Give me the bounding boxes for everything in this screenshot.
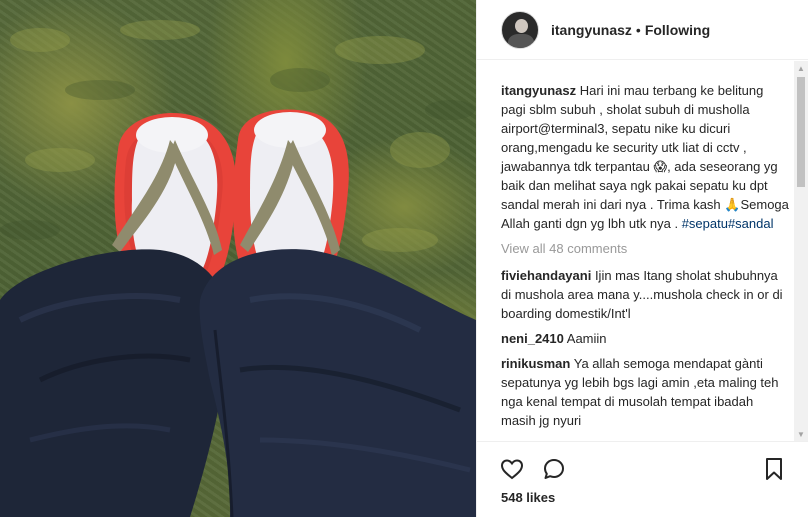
- avatar[interactable]: [501, 10, 539, 49]
- avatar-head-shape: [515, 18, 528, 33]
- triangle-up-icon[interactable]: ▲: [794, 61, 808, 75]
- heart-icon-graphic: [500, 459, 524, 480]
- post-photo[interactable]: [0, 0, 476, 517]
- triangle-down-icon[interactable]: ▼: [794, 427, 808, 441]
- comment-text: Aamiin: [566, 331, 607, 346]
- scrollbar-thumb[interactable]: [797, 77, 805, 187]
- bookmark-icon-graphic: [766, 458, 782, 480]
- comments-section: itangyunasz Hari ini mau terbang ke beli…: [477, 61, 808, 441]
- post-actions-bar: 548 likes: [477, 441, 808, 517]
- feet-in-red-sandals-image: [0, 20, 476, 517]
- comment-bubble-icon-graphic: [544, 459, 564, 479]
- caption-username[interactable]: itangyunasz: [501, 83, 576, 98]
- comment-username[interactable]: fiviehandayani: [501, 268, 591, 283]
- following-button[interactable]: Following: [645, 22, 710, 38]
- comment-username[interactable]: neni_2410: [501, 331, 564, 346]
- hashtag-sepatu-link[interactable]: #sepatu: [682, 216, 728, 231]
- action-icons-row: [499, 456, 567, 482]
- post-caption: itangyunasz Hari ini mau terbang ke beli…: [501, 81, 791, 233]
- view-all-comments-link[interactable]: View all 48 comments: [501, 239, 791, 258]
- comment-item: neni_2410 Aamiin: [501, 329, 791, 348]
- header-separator: •: [635, 21, 641, 38]
- heart-icon[interactable]: [499, 456, 525, 482]
- avatar-body-shape: [508, 33, 534, 48]
- comments-scrollbar[interactable]: ▲ ▼: [794, 61, 808, 441]
- pray-emoji-icon: 🙏: [724, 197, 741, 212]
- scream-emoji-icon: 😱: [653, 159, 668, 174]
- post-details-panel: itangyunasz • Following itangyunasz Hari…: [476, 0, 808, 517]
- instagram-post-view: itangyunasz • Following itangyunasz Hari…: [0, 0, 808, 517]
- post-header: itangyunasz • Following: [477, 0, 808, 60]
- comment-item: fiviehandayani Ijin mas Itang sholat shu…: [501, 266, 791, 323]
- likes-count[interactable]: 548 likes: [501, 490, 555, 505]
- comment-bubble-icon[interactable]: [541, 456, 567, 482]
- comment-username[interactable]: rinikusman: [501, 356, 570, 371]
- comment-item: rinikusman Ya allah semoga mendapat gànt…: [501, 354, 791, 430]
- header-username[interactable]: itangyunasz: [551, 22, 632, 38]
- hashtag-sandal-link[interactable]: #sandal: [728, 216, 774, 231]
- bookmark-icon[interactable]: [761, 456, 787, 482]
